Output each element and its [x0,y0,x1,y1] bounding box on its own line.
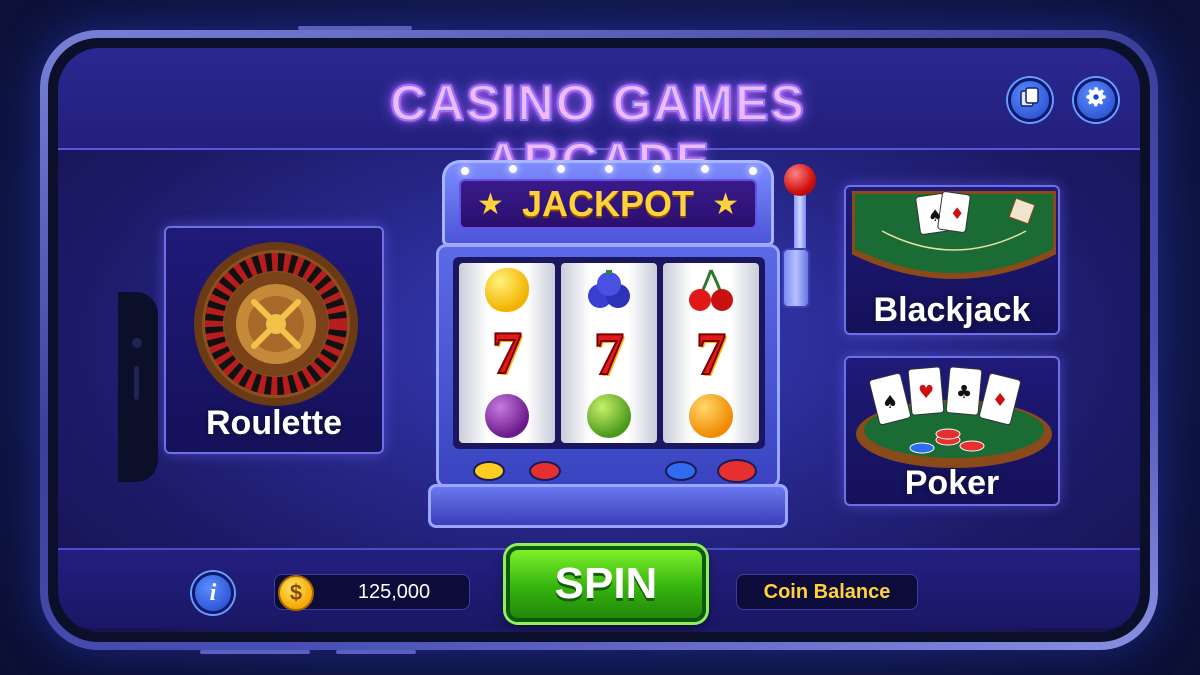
svg-text:♦: ♦ [992,390,1008,411]
phone-frame: CASINO GAMES ARCADE [40,30,1158,650]
orange-icon [689,394,733,438]
coin-balance-label: Coin Balance [736,574,918,610]
side-button [200,650,310,654]
info-button[interactable]: i [192,572,234,614]
svg-text:♠: ♠ [928,206,942,225]
poker-label: Poker [904,464,1000,502]
seven-symbol: 7 [593,321,625,387]
lemon-icon [485,268,529,313]
slot-cabinet: 7 7 7 [436,244,780,488]
info-icon: i [209,579,217,606]
roulette-card[interactable]: Roulette [164,226,384,454]
spin-button[interactable]: SPIN [506,546,706,622]
jackpot-banner: ★ JACKPOT ★ [459,179,757,229]
seven-symbol: 7 [695,321,727,387]
coin-amount: 125,000 [357,581,431,603]
cards-icon [1018,85,1042,115]
lever-base [782,248,810,308]
side-button [336,650,416,654]
bulb [701,165,709,173]
star-icon: ★ [477,186,504,222]
blackjack-card[interactable]: ♠ ♦ Blackjack [844,185,1060,335]
star-icon: ★ [712,186,739,222]
poker-table-icon: ♠ ♥ ♣ ♦ [856,366,1052,468]
reel-3: 7 [663,263,759,443]
svg-text:♣: ♣ [956,382,972,403]
plum-icon [485,393,529,438]
settings-button[interactable] [1074,78,1118,122]
blackjack-label: Blackjack [873,291,1031,329]
bulb [749,167,757,175]
volume-button [298,26,412,30]
lime-icon [587,394,631,438]
bulb [653,165,661,173]
cards-button[interactable] [1008,78,1052,122]
header-bar: CASINO GAMES ARCADE [58,48,1140,190]
jackpot-text: JACKPOT [521,183,695,224]
roulette-label: Roulette [206,404,342,442]
reel-2: 7 [561,263,657,443]
blueberries-icon [588,270,630,308]
seven-symbol: 7 [491,319,523,386]
slot-header: ★ JACKPOT ★ [442,160,774,246]
bulb [461,167,469,175]
red-large-button[interactable] [717,459,757,483]
blackjack-table-icon: ♠ ♦ [852,191,1056,279]
bulb [557,165,565,173]
slot-machine: ★ JACKPOT ★ 7 7 7 [428,160,788,548]
svg-text:♥: ♥ [918,382,934,403]
lever-handle[interactable] [784,164,816,196]
game-screen: CASINO GAMES ARCADE [58,48,1140,632]
bulb [509,165,517,173]
phone-bezel: CASINO GAMES ARCADE [48,38,1150,642]
reel-1: 7 [459,263,555,443]
poker-card[interactable]: ♠ ♥ ♣ ♦ Poker [844,356,1060,506]
svg-text:♦: ♦ [950,204,964,223]
coin-icon: $ [278,575,314,611]
red-button[interactable] [529,461,561,481]
reels: 7 7 7 [453,257,765,449]
blue-button[interactable] [665,461,697,481]
speaker-icon [134,366,139,400]
slot-buttons [473,459,757,483]
yellow-button[interactable] [473,461,505,481]
gear-icon [1083,84,1109,116]
cherries-icon [689,269,733,311]
svg-text:♠: ♠ [882,392,898,413]
bulb [605,165,613,173]
roulette-wheel-icon [194,242,358,406]
camera-icon [132,338,142,348]
slot-base [428,484,788,528]
